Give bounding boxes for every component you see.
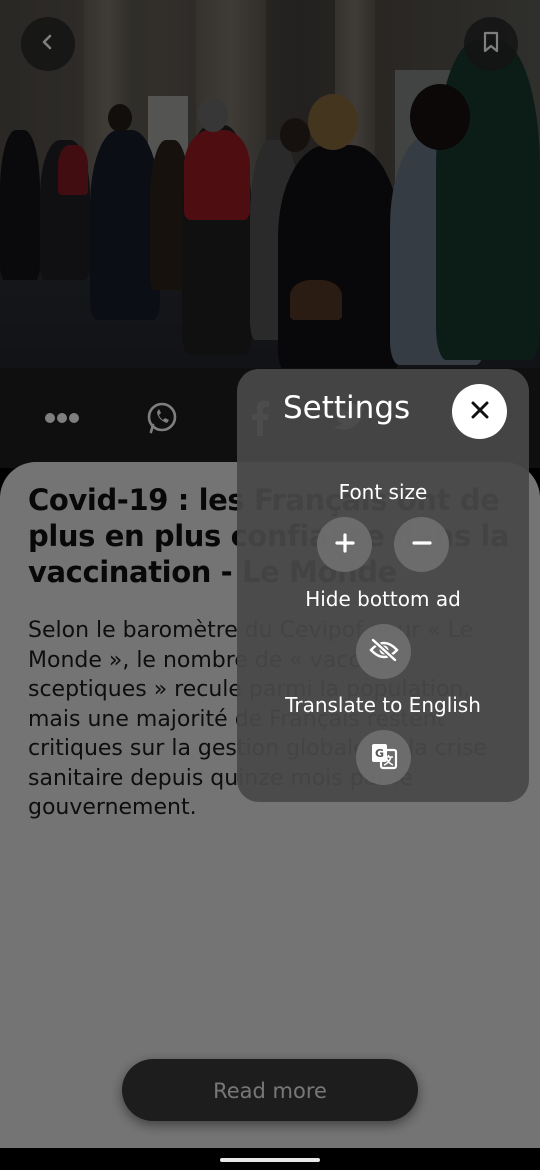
home-indicator[interactable] <box>220 1158 320 1162</box>
translate-button[interactable]: G <box>356 730 411 785</box>
hide-ad-label: Hide bottom ad <box>305 587 461 611</box>
font-increase-button[interactable] <box>317 517 372 572</box>
font-decrease-button[interactable] <box>394 517 449 572</box>
font-size-label: Font size <box>338 480 428 504</box>
settings-title: Settings <box>283 390 411 426</box>
hide-ad-button[interactable] <box>356 624 411 679</box>
minus-icon <box>411 533 432 556</box>
plus-icon <box>334 533 355 556</box>
translate-label: Translate to English <box>285 693 481 717</box>
close-settings-button[interactable] <box>452 384 507 439</box>
translate-icon: G <box>370 742 398 773</box>
close-icon <box>471 401 489 422</box>
eye-off-icon <box>368 638 399 665</box>
svg-text:G: G <box>375 747 384 760</box>
